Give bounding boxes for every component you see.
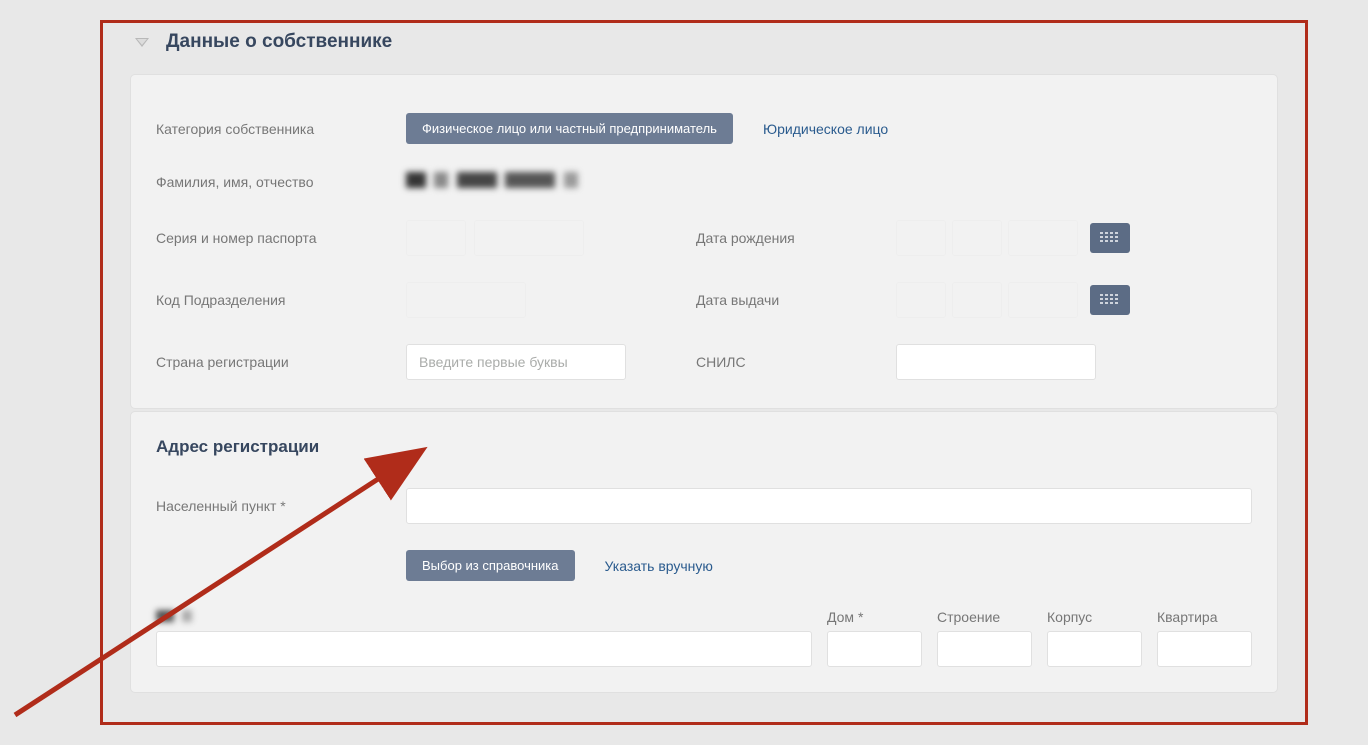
section-header: Данные о собственнике: [130, 30, 1278, 54]
calendar-icon: [1098, 229, 1122, 247]
building-input[interactable]: [937, 631, 1032, 667]
owner-category-label: Категория собственника: [156, 121, 406, 137]
passport-number-input[interactable]: [474, 220, 584, 256]
birthdate-calendar-button[interactable]: [1090, 223, 1130, 253]
deptcode-label: Код Подразделения: [156, 292, 406, 308]
collapse-arrow-icon[interactable]: [130, 30, 154, 54]
house-block: Дом *: [827, 609, 922, 667]
deptcode-input[interactable]: [406, 282, 526, 318]
owner-category-individual-button[interactable]: Физическое лицо или частный предпринимат…: [406, 113, 733, 144]
building-block: Строение: [937, 609, 1032, 667]
street-label: [156, 609, 812, 625]
registration-address-card: Адрес регистрации Населенный пункт * Выб…: [130, 411, 1278, 693]
owner-passport-label: Серия и номер паспорта: [156, 230, 406, 246]
country-label: Страна регистрации: [156, 354, 406, 370]
apartment-label: Квартира: [1157, 609, 1252, 625]
from-reference-button[interactable]: Выбор из справочника: [406, 550, 575, 581]
owner-country-row: Страна регистрации СНИЛС: [156, 331, 1252, 393]
owner-category-row: Категория собственника Физическое лицо и…: [156, 100, 1252, 157]
owner-deptcode-row: Код Подразделения Дата выдачи: [156, 269, 1252, 331]
issuedate-label: Дата выдачи: [696, 292, 896, 308]
owner-form-panel: Данные о собственнике Категория собствен…: [130, 30, 1278, 705]
settlement-row: Населенный пункт *: [156, 475, 1252, 537]
corpus-input[interactable]: [1047, 631, 1142, 667]
birthdate-year-input[interactable]: [1008, 220, 1078, 256]
street-block: [156, 609, 812, 667]
corpus-label: Корпус: [1047, 609, 1142, 625]
issuedate-day-input[interactable]: [896, 282, 946, 318]
snils-input[interactable]: [896, 344, 1096, 380]
settlement-input[interactable]: [406, 488, 1252, 524]
section-title: Данные о собственнике: [166, 31, 392, 53]
building-label: Строение: [937, 609, 1032, 625]
owner-name-value: [406, 172, 1252, 193]
owner-details-card: Категория собственника Физическое лицо и…: [130, 74, 1278, 409]
issuedate-month-input[interactable]: [952, 282, 1002, 318]
street-input[interactable]: [156, 631, 812, 667]
corpus-block: Корпус: [1047, 609, 1142, 667]
calendar-icon: [1098, 291, 1122, 309]
address-line-row: Дом * Строение Корпус Квартира: [156, 609, 1252, 667]
settlement-label: Населенный пункт *: [156, 498, 406, 514]
apartment-input[interactable]: [1157, 631, 1252, 667]
birthdate-day-input[interactable]: [896, 220, 946, 256]
passport-series-input[interactable]: [406, 220, 466, 256]
settlement-mode-row: Выбор из справочника Указать вручную: [156, 537, 1252, 594]
birthdate-month-input[interactable]: [952, 220, 1002, 256]
house-input[interactable]: [827, 631, 922, 667]
apartment-block: Квартира: [1157, 609, 1252, 667]
owner-name-row: Фамилия, имя, отчество: [156, 157, 1252, 207]
birthdate-label: Дата рождения: [696, 230, 896, 246]
snils-label: СНИЛС: [696, 354, 896, 370]
owner-category-legal-link[interactable]: Юридическое лицо: [763, 121, 888, 137]
address-section-title: Адрес регистрации: [156, 437, 1252, 457]
issuedate-calendar-button[interactable]: [1090, 285, 1130, 315]
owner-passport-row: Серия и номер паспорта Дата рождения: [156, 207, 1252, 269]
issuedate-year-input[interactable]: [1008, 282, 1078, 318]
manual-entry-link[interactable]: Указать вручную: [605, 558, 713, 574]
house-label: Дом *: [827, 609, 922, 625]
country-input[interactable]: [406, 344, 626, 380]
owner-name-label: Фамилия, имя, отчество: [156, 174, 406, 190]
